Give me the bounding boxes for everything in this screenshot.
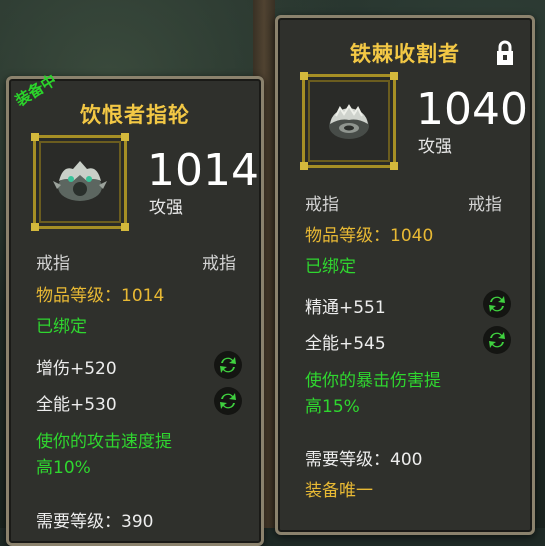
stat-line: 增伤+520 [36,359,117,379]
stat-line: 全能+545 [305,334,386,354]
tooltip-equipped-item: 装备中 饮恨者指轮 1014 攻强 戒指 戒指 物品等级：1014 已绑定 增伤… [6,71,264,546]
ring-icon [53,161,107,201]
ring-icon [329,104,369,139]
required-level: 需要等级：390 [36,512,154,532]
binding-status: 已绑定 [36,317,87,337]
reforge-icon[interactable] [214,351,242,379]
tooltip-compared-item: 铁棘收割者 1040 攻强 戒指 戒指 物品等级：1040 已绑定 精通+551… [275,15,535,535]
item-level-large: 1014 [147,145,259,196]
item-slot[interactable] [31,133,129,231]
unique-equipped: 装备唯一 [305,481,373,501]
item-level-line: 物品等级：1014 [36,286,165,306]
slot-type-right: 戒指 [202,254,236,274]
item-level-large: 1040 [416,84,528,135]
slot-type-right: 戒指 [468,195,502,215]
item-level-line: 物品等级：1040 [305,226,434,246]
reforge-icon[interactable] [214,387,242,415]
stat-line: 全能+530 [36,395,117,415]
effect-text: 高10% [36,458,91,478]
power-label: 攻强 [149,198,183,218]
reforge-icon[interactable] [483,326,511,354]
required-level: 需要等级：400 [305,450,423,470]
slot-type: 戒指 [305,195,339,215]
item-slot[interactable] [300,72,398,170]
reforge-icon[interactable] [483,290,511,318]
lock-icon[interactable] [494,40,516,66]
power-label: 攻强 [418,137,452,157]
item-name: 饮恨者指轮 [80,103,190,127]
effect-text: 使你的暴击伤害提 [305,371,441,391]
effect-text: 高15% [305,397,360,417]
binding-status: 已绑定 [305,257,356,277]
effect-text: 使你的攻击速度提 [36,432,172,452]
stat-line: 精通+551 [305,298,386,318]
slot-type: 戒指 [36,254,70,274]
